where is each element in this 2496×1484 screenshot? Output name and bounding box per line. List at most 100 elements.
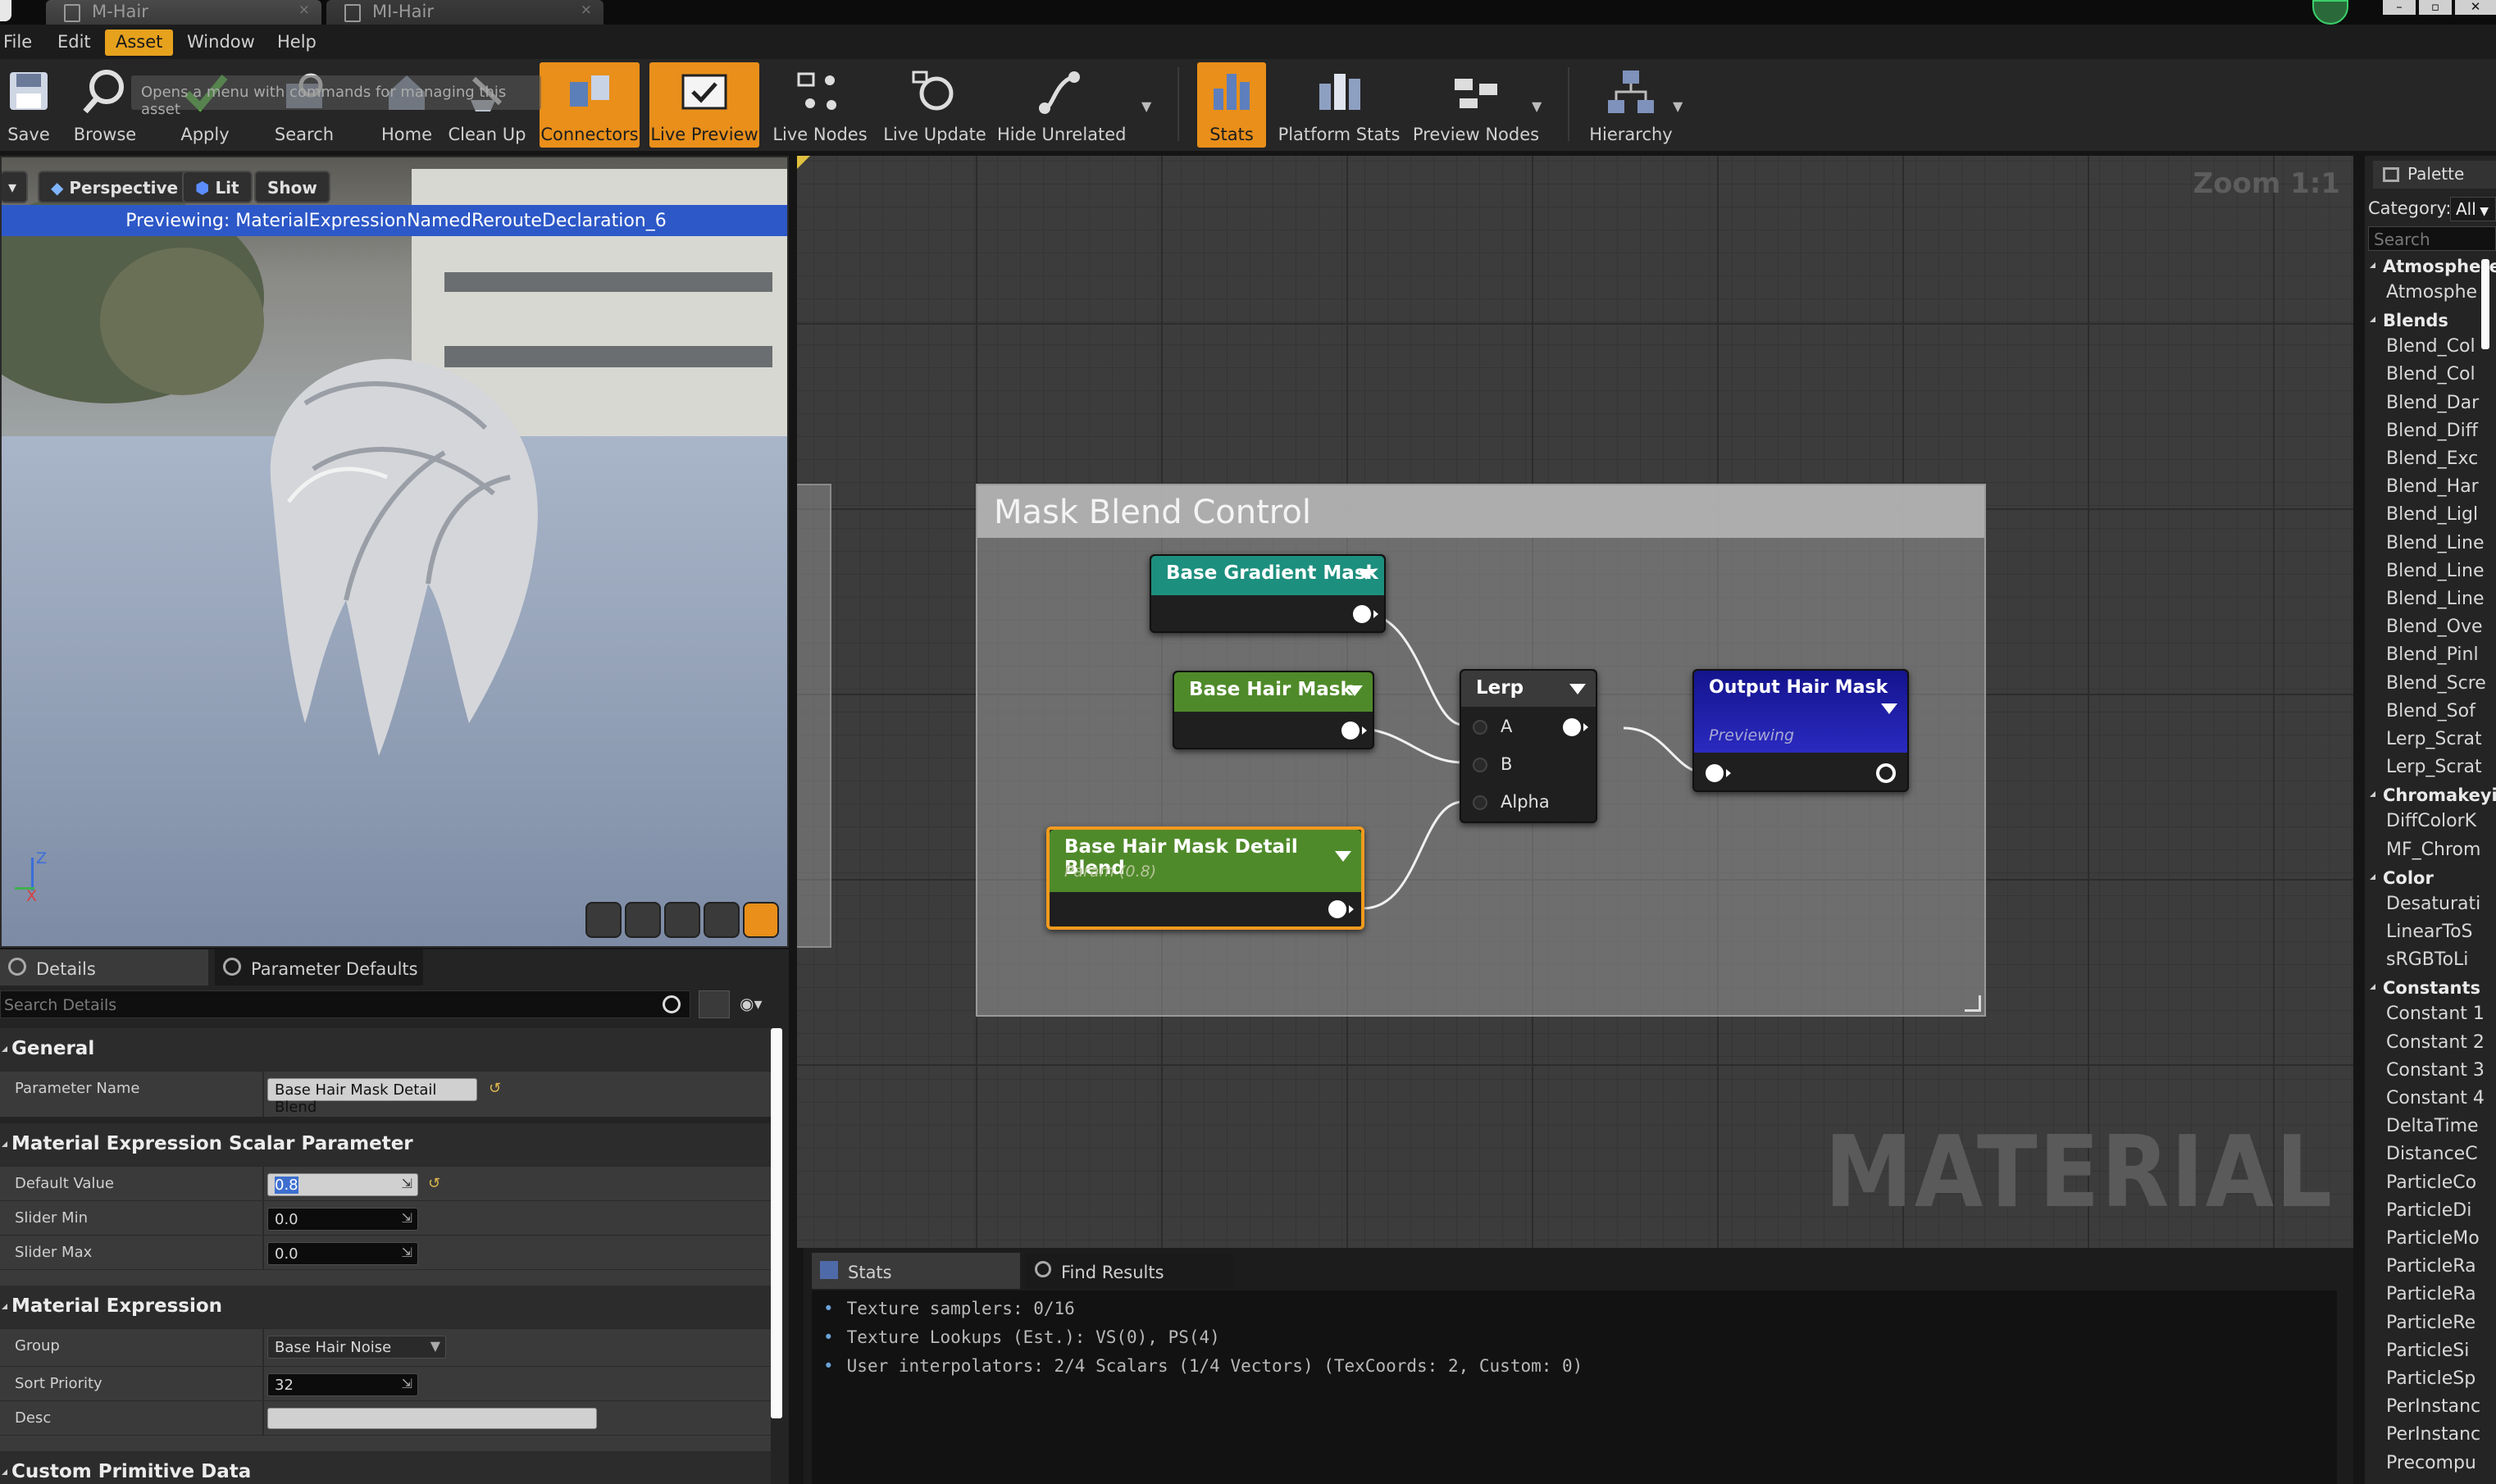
- material-graph-editor[interactable]: Zoom 1:1 MATERIAL Mask Blend Control Bas…: [797, 156, 2353, 1248]
- desc-field[interactable]: [267, 1408, 597, 1429]
- palette-item[interactable]: Blend_Ove: [2365, 615, 2496, 643]
- input-pin-a[interactable]: [1473, 720, 1487, 735]
- palette-item[interactable]: PerInstanc: [2365, 1395, 2496, 1423]
- slider-min-field[interactable]: 0.0 ⇲: [267, 1208, 418, 1231]
- menu-window[interactable]: Window: [187, 30, 255, 56]
- maximize-button[interactable]: ▫: [2419, 0, 2452, 15]
- menu-edit[interactable]: Edit: [57, 30, 91, 56]
- palette-item[interactable]: Lerp_Scrat: [2365, 727, 2496, 755]
- hide-unrelated-button[interactable]: Hide Unrelated: [997, 62, 1127, 148]
- live-nodes-button[interactable]: Live Nodes: [771, 62, 869, 148]
- palette-item[interactable]: Blend_Line: [2365, 587, 2496, 615]
- input-pin-b[interactable]: [1473, 758, 1487, 772]
- palette-item[interactable]: Lerp_Scrat: [2365, 755, 2496, 783]
- cylinder-preview-icon[interactable]: [585, 902, 622, 938]
- lit-button[interactable]: ⬢ Lit: [182, 171, 253, 203]
- slider-max-field[interactable]: 0.0 ⇲: [267, 1242, 418, 1265]
- reset-default-icon[interactable]: ↺: [428, 1175, 440, 1192]
- platform-stats-button[interactable]: Platform Stats: [1278, 62, 1401, 148]
- live-preview-button[interactable]: Live Preview: [649, 62, 759, 148]
- palette-search-input[interactable]: Search: [2368, 226, 2496, 251]
- output-pin[interactable]: [1353, 605, 1378, 623]
- category-scalar-parameter[interactable]: Material Expression Scalar Parameter: [0, 1123, 771, 1166]
- sort-priority-field[interactable]: 32 ⇲: [267, 1373, 418, 1396]
- palette-item[interactable]: Constant 3: [2365, 1058, 2496, 1086]
- node-base-hair-mask-detail-blend[interactable]: Base Hair Mask Detail Blend Param (0.8): [1046, 826, 1364, 930]
- save-button[interactable]: Save: [2, 62, 56, 148]
- palette-item[interactable]: Blend_Col: [2365, 362, 2496, 390]
- tab-mi-hair[interactable]: MI-Hair ×: [326, 0, 604, 25]
- connectors-button[interactable]: Connectors: [540, 62, 640, 148]
- palette-item[interactable]: Constant 2: [2365, 1031, 2496, 1058]
- chevron-down-icon[interactable]: [1358, 569, 1374, 580]
- tab-find-results[interactable]: Find Results: [1025, 1253, 1233, 1289]
- palette-item[interactable]: Blend_Har: [2365, 475, 2496, 503]
- output-pin[interactable]: [1341, 722, 1367, 740]
- palette-item[interactable]: Constant 1: [2365, 1002, 2496, 1030]
- close-tab-icon[interactable]: ×: [581, 2, 592, 18]
- palette-category[interactable]: Constants: [2365, 976, 2496, 1000]
- eye-visibility-icon[interactable]: ◉▾: [740, 994, 779, 1017]
- palette-item[interactable]: Blend_Dar: [2365, 391, 2496, 419]
- node-header[interactable]: Base Hair Mask: [1174, 672, 1373, 712]
- hierarchy-button[interactable]: Hierarchy: [1586, 62, 1676, 148]
- hide-unrelated-dropdown-icon[interactable]: ▼: [1141, 98, 1151, 114]
- reset-default-icon[interactable]: ↺: [489, 1080, 501, 1097]
- palette-item[interactable]: Desaturati: [2365, 892, 2496, 920]
- chevron-down-icon[interactable]: [1335, 851, 1351, 862]
- chevron-down-icon[interactable]: [1881, 703, 1897, 714]
- palette-item[interactable]: Precompu: [2365, 1451, 2496, 1479]
- palette-item[interactable]: sRGBToLi: [2365, 948, 2496, 976]
- material-preview-viewport[interactable]: ▾ ◆ Perspective ⬢ Lit Show Previewing: M…: [0, 156, 789, 948]
- palette-category[interactable]: Chromakeyin: [2365, 783, 2496, 808]
- preview-nodes-dropdown-icon[interactable]: ▼: [1532, 98, 1542, 114]
- palette-item[interactable]: PerInstanc: [2365, 1423, 2496, 1450]
- input-pin[interactable]: [1706, 764, 1731, 782]
- tab-m-hair[interactable]: M-Hair ×: [46, 0, 321, 25]
- close-window-button[interactable]: ✕: [2455, 0, 2496, 15]
- sphere-preview-icon[interactable]: [625, 902, 661, 938]
- live-update-button[interactable]: Live Update: [879, 62, 991, 148]
- palette-item[interactable]: Constant 4: [2365, 1086, 2496, 1114]
- menu-help[interactable]: Help: [277, 30, 317, 56]
- palette-item[interactable]: ParticleRe: [2365, 1311, 2496, 1339]
- stats-button[interactable]: Stats: [1197, 62, 1266, 148]
- palette-item[interactable]: Blend_Ligl: [2365, 503, 2496, 530]
- palette-item[interactable]: Blend_Diff: [2365, 419, 2496, 447]
- category-combobox[interactable]: All ▼: [2450, 197, 2496, 221]
- palette-item[interactable]: ParticleMo: [2365, 1227, 2496, 1254]
- show-button[interactable]: Show: [254, 171, 330, 203]
- palette-category[interactable]: Color: [2365, 866, 2496, 890]
- tab-details[interactable]: Details: [0, 949, 208, 986]
- palette-item[interactable]: Blend_Exc: [2365, 447, 2496, 475]
- node-base-hair-mask[interactable]: Base Hair Mask: [1173, 671, 1374, 749]
- palette-item[interactable]: Blend_Pinl: [2365, 643, 2496, 671]
- palette-item[interactable]: LinearToS: [2365, 920, 2496, 948]
- palette-item[interactable]: ParticleCo: [2365, 1171, 2496, 1199]
- node-header[interactable]: Lerp: [1461, 671, 1596, 707]
- palette-item[interactable]: Blend_Scre: [2365, 671, 2496, 699]
- palette-item[interactable]: ParticleSp: [2365, 1367, 2496, 1395]
- palette-item[interactable]: ParticleDi: [2365, 1199, 2496, 1227]
- custom-mesh-preview-icon[interactable]: [743, 902, 779, 938]
- perspective-button[interactable]: ◆ Perspective: [38, 171, 192, 203]
- palette-item[interactable]: Blend_Line: [2365, 559, 2496, 587]
- output-pin[interactable]: [1563, 718, 1588, 736]
- tab-stats[interactable]: Stats: [812, 1253, 1020, 1289]
- hierarchy-dropdown-icon[interactable]: ▼: [1673, 98, 1683, 114]
- input-pin-alpha[interactable]: [1473, 795, 1487, 810]
- close-tab-icon[interactable]: ×: [298, 2, 310, 18]
- preview-nodes-button[interactable]: Preview Nodes: [1412, 62, 1540, 148]
- plane-preview-icon[interactable]: [664, 902, 700, 938]
- group-combobox[interactable]: Base Hair Noise ▼: [267, 1336, 446, 1359]
- menu-asset[interactable]: Asset: [105, 30, 174, 56]
- palette-item[interactable]: ParticleRa: [2365, 1282, 2496, 1310]
- palette-item[interactable]: MF_Chrom: [2365, 838, 2496, 866]
- tab-parameter-defaults[interactable]: Parameter Defaults: [215, 949, 423, 986]
- palette-category[interactable]: Blends: [2365, 308, 2496, 333]
- node-base-gradient-mask[interactable]: Base Gradient Mask: [1150, 554, 1386, 633]
- palette-item[interactable]: DiffColorK: [2365, 809, 2496, 837]
- node-header[interactable]: Base Gradient Mask: [1151, 556, 1384, 595]
- node-output-hair-mask[interactable]: Output Hair Mask Previewing: [1692, 669, 1909, 792]
- palette-item[interactable]: Atmosphe: [2365, 280, 2496, 308]
